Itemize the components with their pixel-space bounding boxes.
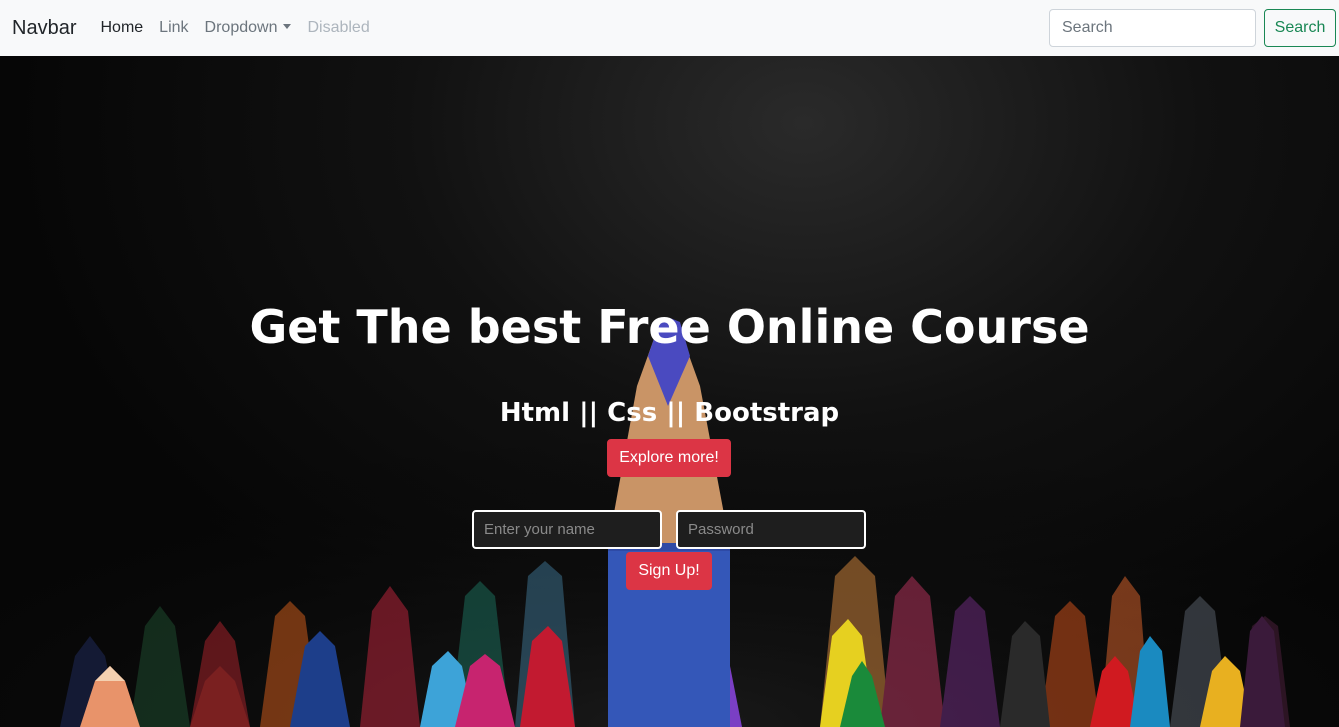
- search-input[interactable]: [1049, 9, 1256, 47]
- password-input[interactable]: [676, 510, 866, 549]
- sign-up-button[interactable]: Sign Up!: [626, 552, 712, 590]
- nav-link-home[interactable]: Home: [100, 19, 143, 37]
- explore-more-button[interactable]: Explore more!: [607, 439, 731, 477]
- colored-pencils-background: [0, 306, 1339, 727]
- nav-link-link[interactable]: Link: [159, 19, 188, 37]
- hero-section: Get The best Free Online Course Html || …: [0, 56, 1339, 727]
- nav-dropdown-label: Dropdown: [204, 19, 278, 36]
- navbar: Navbar Home Link Dropdown Disabled Searc…: [0, 0, 1339, 56]
- search-button[interactable]: Search: [1264, 9, 1336, 47]
- name-input[interactable]: [472, 510, 662, 549]
- nav-dropdown[interactable]: Dropdown: [205, 19, 292, 37]
- caret-down-icon: [283, 24, 292, 29]
- navbar-search-form: Search: [1049, 9, 1336, 47]
- hero-subtitle: Html || Css || Bootstrap: [499, 398, 840, 428]
- nav-link-disabled: Disabled: [307, 19, 370, 36]
- navbar-brand[interactable]: Navbar: [12, 17, 76, 40]
- hero-title: Get The best Free Online Course: [249, 300, 1090, 354]
